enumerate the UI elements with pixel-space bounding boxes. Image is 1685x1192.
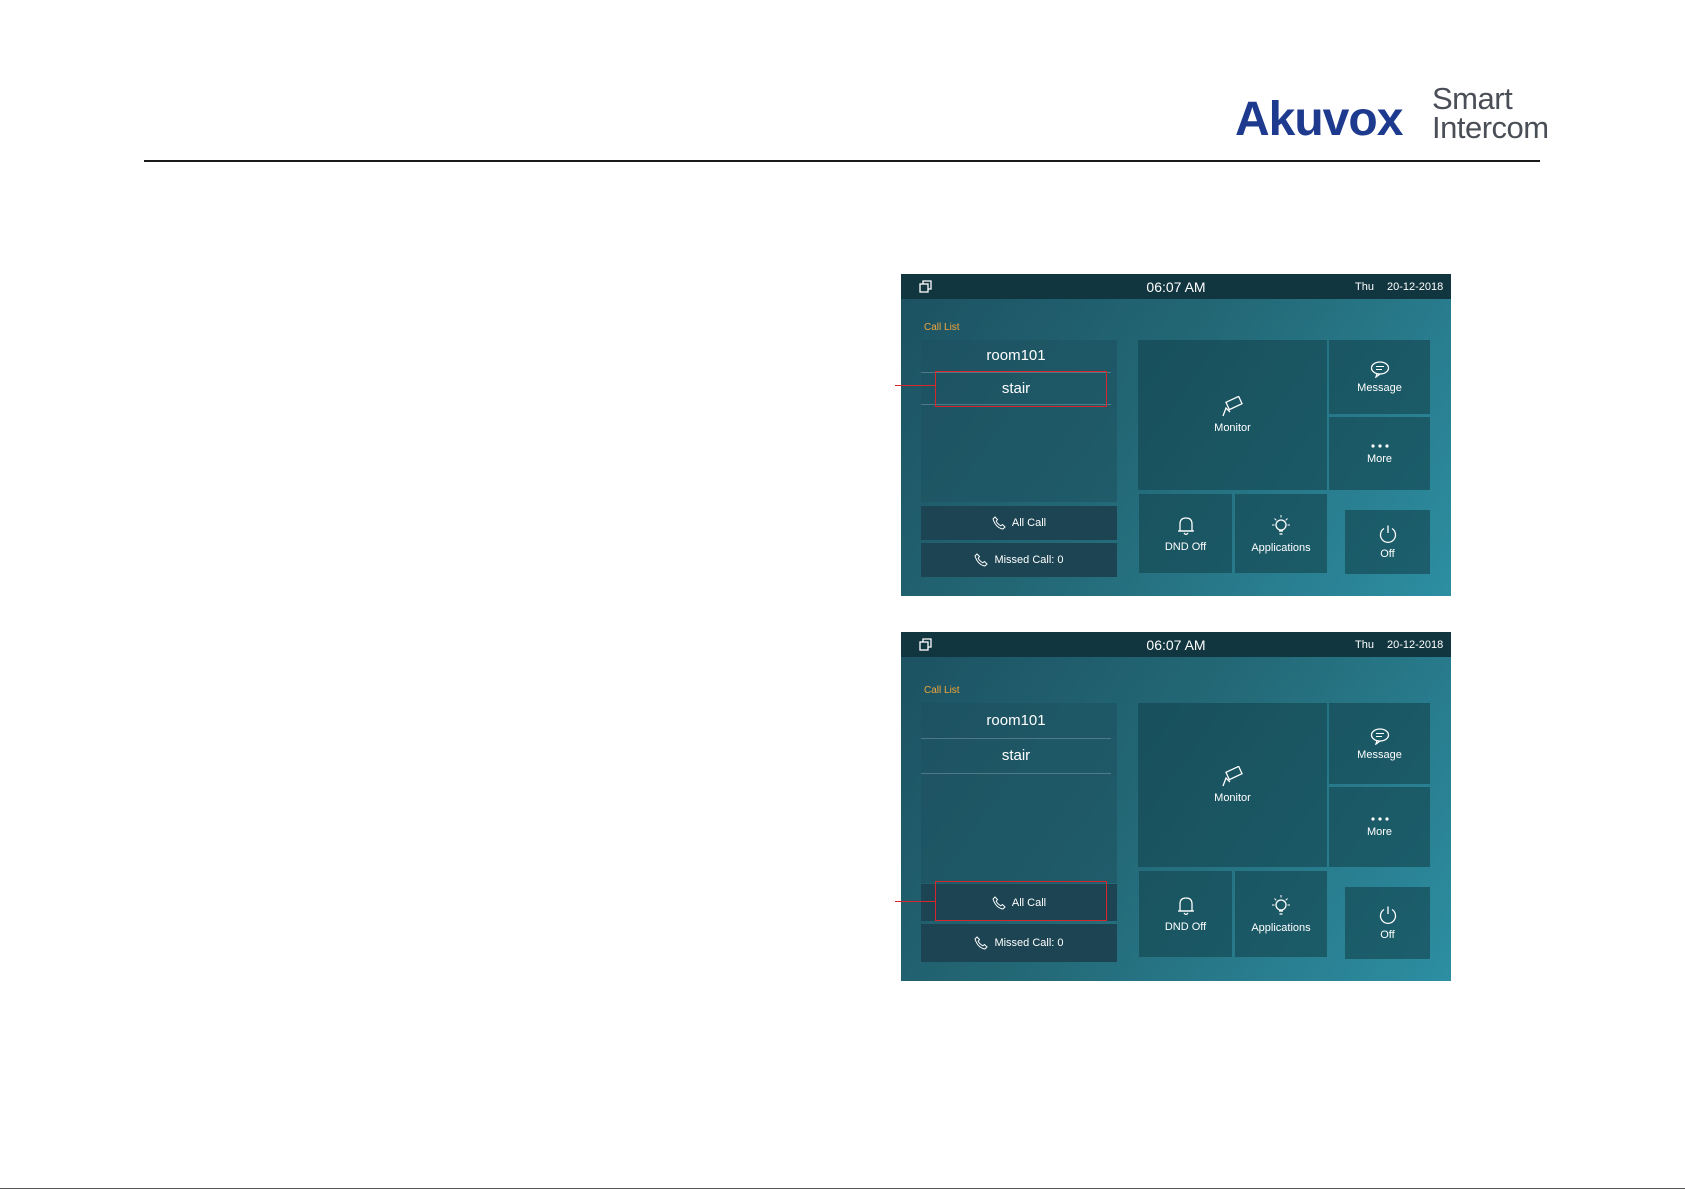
- dnd-tile[interactable]: DND Off: [1139, 871, 1232, 957]
- highlight-box: [935, 371, 1107, 407]
- callout-line: [895, 385, 935, 386]
- call-list-panel: room101 stair: [921, 340, 1117, 502]
- phone-icon: [992, 516, 1006, 530]
- missed-call-label: Missed Call: 0: [994, 554, 1064, 566]
- monitor-tile[interactable]: Monitor: [1138, 340, 1327, 490]
- dnd-label: DND Off: [1164, 921, 1207, 933]
- more-dots-icon: [1370, 443, 1389, 448]
- more-dots-icon: [1370, 817, 1389, 821]
- call-list-title: Call List: [924, 322, 960, 333]
- camera-icon: [1221, 766, 1243, 787]
- dnd-tile[interactable]: DND Off: [1139, 494, 1232, 573]
- more-tile[interactable]: More: [1329, 787, 1430, 867]
- applications-tile[interactable]: Applications: [1235, 871, 1327, 957]
- device-screen-1: 06:07 AM Thu 20-12-2018 Call List room10…: [901, 274, 1451, 596]
- bell-icon: [1177, 897, 1194, 916]
- chat-icon: [1370, 727, 1389, 745]
- call-list-title: Call List: [924, 685, 960, 696]
- more-label: More: [1366, 826, 1393, 838]
- status-day: Thu: [1355, 639, 1374, 651]
- status-bar: 06:07 AM Thu 20-12-2018: [901, 274, 1451, 299]
- call-list-item[interactable]: room101: [921, 340, 1111, 373]
- power-icon: [1379, 906, 1396, 924]
- message-label: Message: [1357, 382, 1402, 394]
- bulb-icon: [1272, 514, 1290, 535]
- status-date: 20-12-2018: [1387, 281, 1444, 293]
- all-call-label: All Call: [1011, 517, 1047, 529]
- chat-icon: [1370, 361, 1389, 378]
- call-list-panel: room101 stair: [921, 703, 1117, 883]
- all-call-button[interactable]: All Call: [921, 506, 1117, 540]
- power-icon: [1379, 525, 1396, 543]
- logo-tagline: Smart Intercom: [1432, 81, 1562, 145]
- logo-wordmark: Akuvox: [1235, 93, 1403, 146]
- monitor-label: Monitor: [1214, 422, 1251, 434]
- applications-label: Applications: [1251, 922, 1311, 934]
- more-tile[interactable]: More: [1329, 417, 1430, 490]
- device-screen-2: 06:07 AM Thu 20-12-2018 Call List room10…: [901, 632, 1451, 981]
- status-bar: 06:07 AM Thu 20-12-2018: [901, 632, 1451, 657]
- call-list-item[interactable]: room101: [921, 703, 1111, 739]
- applications-label: Applications: [1251, 541, 1311, 554]
- message-tile[interactable]: Message: [1329, 703, 1430, 784]
- highlight-box: [935, 881, 1107, 921]
- status-date: 20-12-2018: [1387, 639, 1444, 651]
- footer-divider: [0, 1188, 1685, 1189]
- phone-icon: [974, 936, 989, 950]
- message-label: Message: [1357, 748, 1402, 761]
- missed-call-label: Missed Call: 0: [994, 937, 1064, 949]
- monitor-tile[interactable]: Monitor: [1138, 703, 1327, 867]
- phone-icon: [974, 553, 989, 567]
- monitor-label: Monitor: [1214, 792, 1251, 804]
- missed-call-button[interactable]: Missed Call: 0: [921, 543, 1117, 577]
- status-day: Thu: [1355, 281, 1374, 293]
- more-label: More: [1366, 452, 1393, 465]
- camera-icon: [1221, 396, 1243, 417]
- off-tile[interactable]: Off: [1345, 510, 1430, 574]
- missed-call-button[interactable]: Missed Call: 0: [921, 924, 1117, 962]
- off-label: Off: [1380, 929, 1395, 941]
- callout-line: [895, 901, 935, 902]
- applications-tile[interactable]: Applications: [1235, 494, 1327, 573]
- bell-icon: [1177, 516, 1194, 535]
- call-list-item[interactable]: stair: [921, 739, 1111, 774]
- message-tile[interactable]: Message: [1329, 340, 1430, 414]
- header-divider: [144, 160, 1540, 162]
- bulb-icon: [1272, 895, 1290, 915]
- logo-tagline-line1: Smart: [1432, 81, 1513, 116]
- dnd-label: DND Off: [1164, 540, 1207, 553]
- off-tile[interactable]: Off: [1345, 887, 1430, 959]
- logo-tagline-line2: Intercom: [1432, 110, 1549, 145]
- off-label: Off: [1380, 548, 1395, 560]
